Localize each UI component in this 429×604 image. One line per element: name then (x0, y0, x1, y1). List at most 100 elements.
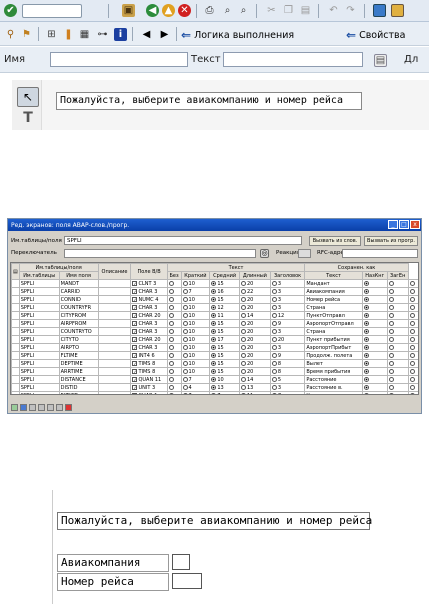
text-option-cell[interactable]: 20 (238, 295, 271, 304)
select-cell[interactable] (11, 359, 20, 368)
select-cell[interactable] (11, 375, 20, 384)
text-option-cell[interactable] (166, 295, 182, 304)
radio-button[interactable] (211, 336, 217, 342)
text-option-cell[interactable]: 10 (180, 295, 211, 304)
saved-as-cell[interactable] (361, 279, 388, 288)
copy-icon[interactable]: ❐ (282, 4, 295, 17)
saved-as-cell[interactable] (386, 327, 409, 336)
radio-button[interactable] (409, 296, 415, 302)
radio-button[interactable] (211, 360, 217, 366)
radio-button[interactable] (363, 304, 369, 310)
radio-button[interactable] (409, 384, 415, 390)
io-field-cell[interactable]: ✓ UNIT 3 (130, 383, 168, 392)
close-button[interactable]: x (410, 220, 420, 229)
text-option-cell[interactable]: 20 (238, 327, 271, 336)
radio-button[interactable] (240, 296, 246, 302)
table-row[interactable]: SPFLI COUNTRYTO ✓ CHAR 3 10 15 20 3 Страна (11, 327, 418, 336)
table-row[interactable]: SPFLI CONNID ✓ NUMC 4 10 15 20 3 Номер рейса (11, 295, 418, 304)
text-option-cell[interactable]: 10 (180, 279, 211, 288)
radio-button[interactable] (182, 304, 188, 310)
saved-as-cell[interactable] (361, 383, 388, 392)
radio-button[interactable] (363, 320, 369, 326)
text-option-cell[interactable]: 12 (269, 311, 306, 320)
table-row[interactable]: SPFLI CITYTO ✓ CHAR 20 10 17 20 20 Пункт прибыти… (11, 335, 418, 344)
radio-button[interactable] (388, 384, 394, 390)
find-icon[interactable]: ⌕ (221, 4, 234, 17)
text-option-cell[interactable]: 20 (238, 335, 271, 344)
radio-button[interactable] (363, 344, 369, 350)
radio-button[interactable] (240, 368, 246, 374)
layout-icon[interactable] (373, 4, 386, 17)
saved-as-cell[interactable] (361, 327, 388, 336)
info-icon[interactable]: i (114, 28, 127, 41)
text-option-cell[interactable]: 3 (269, 343, 306, 352)
radio-button[interactable] (240, 336, 246, 342)
reaction-select[interactable] (298, 249, 311, 258)
io-field-cell[interactable]: ✓ CHAR 3 (130, 303, 168, 312)
text-option-cell[interactable]: 15 (209, 319, 240, 328)
radio-button[interactable] (388, 336, 394, 342)
io-checkbox[interactable]: ✓ (132, 360, 138, 366)
text-option-cell[interactable]: 16 (209, 287, 240, 296)
radio-button[interactable] (271, 320, 277, 326)
saved-as-cell[interactable] (386, 351, 409, 360)
text-option-cell[interactable]: 11 (209, 311, 240, 320)
radio-button[interactable] (211, 320, 217, 326)
radio-button[interactable] (168, 384, 174, 390)
io-checkbox[interactable]: ✓ (132, 352, 138, 358)
text-option-cell[interactable] (166, 279, 182, 288)
select-cell[interactable] (11, 311, 20, 320)
radio-button[interactable] (271, 280, 277, 286)
check-icon[interactable]: ⚲ (4, 28, 17, 41)
radio-button[interactable] (168, 368, 174, 374)
text-option-cell[interactable]: 9 (269, 351, 306, 360)
saved-as-cell[interactable] (407, 327, 418, 336)
radio-button[interactable] (388, 320, 394, 326)
radio-button[interactable] (388, 304, 394, 310)
io-field-cell[interactable]: ✓ CHAR 3 (130, 319, 168, 328)
io-checkbox[interactable]: ✓ (132, 296, 138, 302)
radio-button[interactable] (211, 344, 217, 350)
radio-button[interactable] (240, 360, 246, 366)
select-cell[interactable] (11, 351, 20, 360)
text-option-cell[interactable] (166, 343, 182, 352)
text-option-cell[interactable] (166, 375, 182, 384)
saved-as-cell[interactable] (361, 303, 388, 312)
radio-button[interactable] (211, 296, 217, 302)
text-option-cell[interactable]: 10 (180, 351, 211, 360)
radio-button[interactable] (271, 352, 277, 358)
text-option-cell[interactable]: 20 (269, 335, 306, 344)
radio-button[interactable] (363, 280, 369, 286)
text-option-cell[interactable] (166, 303, 182, 312)
radio-button[interactable] (388, 312, 394, 318)
text-option-cell[interactable]: 15 (209, 327, 240, 336)
radio-button[interactable] (363, 328, 369, 334)
hierarchy-icon[interactable]: ⊶ (96, 28, 109, 41)
radio-button[interactable] (182, 336, 188, 342)
text-option-cell[interactable] (166, 287, 182, 296)
text-option-cell[interactable]: 11 (238, 391, 271, 394)
text-input[interactable] (223, 52, 363, 67)
text-option-cell[interactable]: 10 (180, 311, 211, 320)
radio-button[interactable] (240, 392, 246, 394)
radio-button[interactable] (211, 288, 217, 294)
flow-logic-button[interactable]: ⇐ Логика выполнения (181, 28, 294, 42)
text-option-cell[interactable]: 3 (269, 295, 306, 304)
radio-button[interactable] (271, 296, 277, 302)
radio-button[interactable] (409, 344, 415, 350)
saved-as-cell[interactable] (407, 287, 418, 296)
cancel-icon[interactable] (65, 404, 72, 411)
radio-button[interactable] (271, 288, 277, 294)
radio-button[interactable] (168, 304, 174, 310)
exit-icon[interactable]: ▲ (162, 4, 175, 17)
text-option-cell[interactable] (166, 367, 182, 376)
text-option-cell[interactable]: 20 (238, 303, 271, 312)
radio-button[interactable] (240, 304, 246, 310)
radio-button[interactable] (409, 288, 415, 294)
radio-button[interactable] (211, 368, 217, 374)
paste-icon[interactable]: ▤ (299, 4, 312, 17)
io-checkbox[interactable]: ✓ (132, 336, 138, 342)
select-cell[interactable] (11, 319, 20, 328)
table-row[interactable]: SPFLI DISTANCE ✓ QUAN 11 7 10 14 5 Расстояние (11, 375, 418, 384)
name-input[interactable] (50, 52, 188, 67)
